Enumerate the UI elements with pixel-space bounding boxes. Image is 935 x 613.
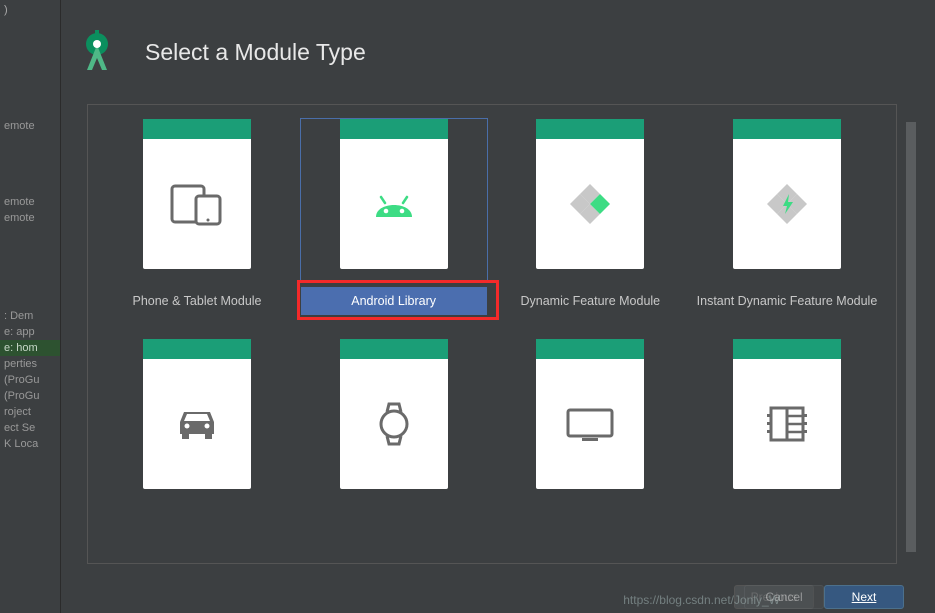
scrollbar[interactable]	[906, 122, 916, 572]
dialog-title: Select a Module Type	[145, 39, 366, 66]
next-button[interactable]: Next	[824, 585, 904, 609]
things-icon	[765, 402, 809, 446]
background-sidebar: ) emote emote emote : Dem e: app e: hom …	[0, 0, 60, 613]
module-label: Dynamic Feature Module	[497, 287, 683, 315]
grid-frame: Phone & Tablet Module Android Library	[87, 104, 897, 564]
module-grid-container: Phone & Tablet Module Android Library	[61, 104, 920, 613]
module-label	[497, 507, 683, 535]
module-wear[interactable]	[301, 339, 487, 559]
module-instant-dynamic-feature[interactable]: Instant Dynamic Feature Module	[694, 119, 880, 339]
instant-dynamic-icon	[763, 180, 811, 228]
module-label	[301, 507, 487, 535]
dialog-header: Select a Module Type	[61, 0, 920, 104]
module-label: Phone & Tablet Module	[104, 287, 290, 315]
module-dynamic-feature[interactable]: Dynamic Feature Module	[497, 119, 683, 339]
module-automotive[interactable]	[104, 339, 290, 559]
dialog-footer: Previous Next Cancel	[734, 585, 904, 609]
module-label	[694, 507, 880, 535]
android-studio-logo-icon	[75, 30, 119, 74]
module-things[interactable]	[694, 339, 880, 559]
module-label	[104, 507, 290, 535]
scrollbar-thumb[interactable]	[906, 122, 916, 552]
module-label: Instant Dynamic Feature Module	[694, 287, 880, 315]
car-icon	[172, 404, 222, 444]
module-tv[interactable]	[497, 339, 683, 559]
android-icon	[370, 187, 418, 221]
dynamic-feature-icon	[566, 180, 614, 228]
phone-tablet-icon	[168, 182, 226, 226]
create-module-dialog: Select a Module Type Phone & Tablet Modu…	[60, 0, 920, 613]
tv-icon	[564, 404, 616, 444]
wear-icon	[374, 400, 414, 448]
module-phone-tablet[interactable]: Phone & Tablet Module	[104, 119, 290, 339]
module-grid: Phone & Tablet Module Android Library	[104, 119, 880, 559]
module-label: Android Library	[301, 287, 487, 315]
module-android-library[interactable]: Android Library	[301, 119, 487, 339]
cancel-button[interactable]: Cancel	[744, 585, 824, 609]
